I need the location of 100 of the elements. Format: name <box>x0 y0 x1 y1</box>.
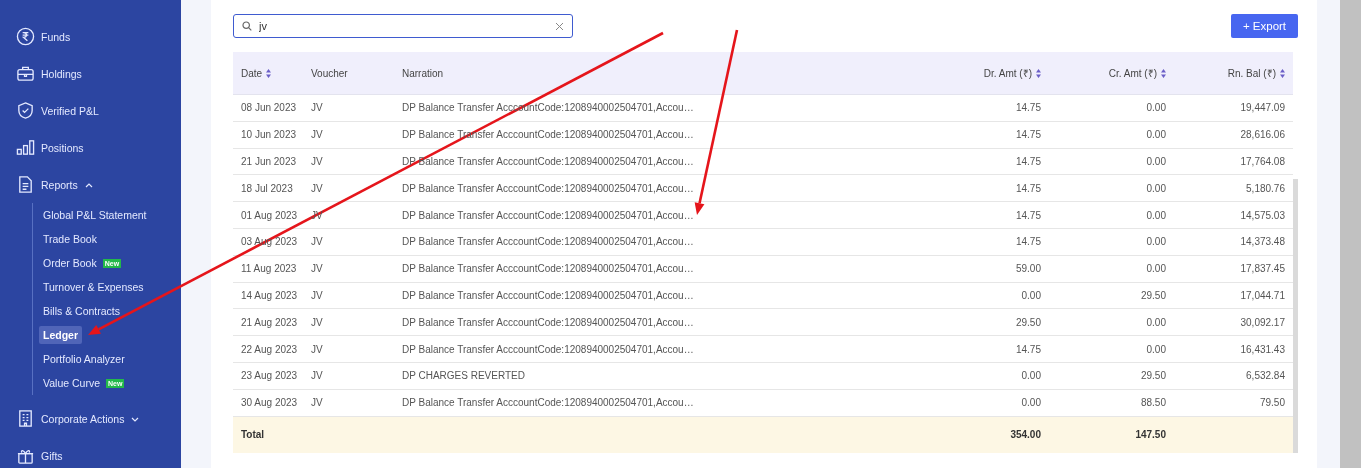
table-cell-text: DP Balance Transfer AcccountCode:1208940002504701,Accou… <box>401 182 695 194</box>
table-cell-text: 0.00 <box>1145 209 1167 221</box>
column-header[interactable]: Dr. Amt (₹) <box>917 66 1041 80</box>
table-cell-text: DP Balance Transfer AcccountCode:1208940002504701,Accou… <box>401 316 695 328</box>
table-cell-text: 08 Jun 2023 <box>240 102 298 114</box>
submenu-item[interactable]: Value Curve <box>39 374 104 392</box>
table-cell-text: 14.75 <box>1014 156 1042 167</box>
coin-icon <box>16 27 35 46</box>
table-cell-text: 0.00 <box>1145 343 1167 355</box>
column-header[interactable]: Date <box>241 67 295 79</box>
table-cell-text: 21 Jun 2023 <box>240 156 298 167</box>
sort-icon <box>1036 68 1041 78</box>
column-header[interactable]: Rn. Bal (₹) <box>1182 66 1285 80</box>
briefcase-icon <box>16 64 35 83</box>
table-cell-text: 14.75 <box>1014 102 1042 114</box>
table-cell-text: 19,447.09 <box>1239 102 1286 114</box>
table-cell-text: 0.00 <box>1020 370 1042 382</box>
search-icon <box>242 21 252 31</box>
table-cell-text: 6,532.84 <box>1245 370 1286 382</box>
table-cell-text: JV <box>310 156 324 167</box>
submenu-item[interactable]: Ledger <box>39 326 82 344</box>
table-cell-text: 14.75 <box>1014 209 1042 221</box>
sidebar-item[interactable]: Reports <box>0 166 181 203</box>
table-cell-text: 0.00 <box>1145 316 1167 328</box>
search-field[interactable]: jv <box>233 14 573 38</box>
table-cell-text: 0.00 <box>1145 263 1167 275</box>
submenu-item[interactable]: Portfolio Analyzer <box>39 350 129 368</box>
submenu-item[interactable]: Trade Book <box>39 230 101 248</box>
table-cell-text: 0.00 <box>1145 129 1167 141</box>
table-cell-text: 14.75 <box>1014 129 1042 141</box>
table-cell-text: DP Balance Transfer AcccountCode:1208940002504701,Accou… <box>401 156 695 167</box>
table-cell-text: 0.00 <box>1145 236 1167 248</box>
submenu-item[interactable]: Order Book <box>39 254 101 272</box>
table-cell-text: DP CHARGES REVERTED <box>401 370 526 382</box>
table-cell-text: 14.75 <box>1014 182 1042 194</box>
table-cell-text: 21 Aug 2023 <box>240 316 299 328</box>
table-cell-text: JV <box>310 316 324 328</box>
table-cell-text: JV <box>310 370 324 382</box>
table-cell-text: 14 Aug 2023 <box>240 289 299 301</box>
export-button[interactable]: + Export <box>1231 14 1298 38</box>
table-cell-text: 29.50 <box>1139 370 1167 382</box>
table-cell-text: 0.00 <box>1020 289 1042 301</box>
sidebar-item[interactable]: Corporate Actions <box>0 400 181 437</box>
table-cell-text: 0.00 <box>1145 102 1167 114</box>
submenu-item[interactable]: Bills & Contracts <box>39 302 125 320</box>
table-cell-text: 14,575.03 <box>1239 209 1286 221</box>
search-input[interactable]: jv <box>259 20 555 32</box>
sidebar-item[interactable]: Positions <box>0 129 181 166</box>
table-cell-text: 30,092.17 <box>1239 316 1286 328</box>
table-cell-text: DP Balance Transfer AcccountCode:1208940002504701,Accou… <box>401 209 695 221</box>
table-cell-text: 0.00 <box>1020 397 1042 409</box>
sidebar-item[interactable]: Gifts <box>0 437 181 468</box>
clear-icon <box>555 21 564 31</box>
table-cell-text: 17,044.71 <box>1239 289 1286 301</box>
table-cell-text: DP Balance Transfer AcccountCode:1208940002504701,Accou… <box>401 236 695 248</box>
table-cell-text: 0.00 <box>1145 156 1167 167</box>
table-cell-text: DP Balance Transfer AcccountCode:1208940002504701,Accou… <box>401 343 695 355</box>
column-header[interactable]: Voucher <box>311 67 386 79</box>
table-cell-text: DP Balance Transfer AcccountCode:1208940002504701,Accou… <box>401 263 695 275</box>
sort-icon <box>1280 68 1285 78</box>
table-cell-text: 79.50 <box>1258 397 1286 409</box>
table-cell-text: 29.50 <box>1139 289 1167 301</box>
total-value: 147.50 <box>1134 429 1167 441</box>
table-cell-text: 23 Aug 2023 <box>240 370 299 382</box>
building-icon <box>16 409 35 428</box>
total-value: 354.00 <box>1009 429 1042 441</box>
table-cell-text: 18 Jul 2023 <box>240 182 294 194</box>
table-cell-text: 5,180.76 <box>1245 182 1286 194</box>
table-cell-text: DP Balance Transfer AcccountCode:1208940002504701,Accou… <box>401 289 695 301</box>
table-cell-text: 14.75 <box>1014 236 1042 248</box>
table-cell-text: 30 Aug 2023 <box>240 397 299 409</box>
table-cell-text: 59.00 <box>1014 263 1042 275</box>
table-cell-text: DP Balance Transfer AcccountCode:1208940002504701,Accou… <box>401 397 695 409</box>
table-cell-text: 10 Jun 2023 <box>240 129 298 141</box>
column-header[interactable]: Cr. Amt (₹) <box>1057 66 1166 80</box>
table-cell-text: JV <box>310 397 324 409</box>
sidebar-item[interactable]: Verified P&L <box>0 92 181 129</box>
table-cell-text: JV <box>310 343 324 355</box>
table-cell-text: JV <box>310 263 324 275</box>
sort-icon <box>266 68 272 78</box>
scrollbar-thumb[interactable] <box>1293 179 1298 453</box>
shield-check-icon <box>16 101 35 120</box>
column-header[interactable]: Narration <box>402 67 901 79</box>
submenu-item[interactable]: Global P&L Statement <box>39 206 151 224</box>
scrollbar[interactable] <box>1340 0 1361 468</box>
table-cell-text: 0.00 <box>1145 182 1167 194</box>
bar-chart-icon <box>16 138 35 157</box>
table-cell-text: 17,764.08 <box>1239 156 1286 167</box>
total-label: Total <box>240 429 266 441</box>
table-cell-text: 29.50 <box>1014 316 1042 328</box>
sidebar-item[interactable]: Holdings <box>0 55 181 92</box>
table-cell-text: 01 Aug 2023 <box>240 209 299 221</box>
table-cell-text: JV <box>310 182 324 194</box>
table-cell-text: 14,373.48 <box>1239 236 1286 248</box>
table-cell-text: JV <box>310 236 324 248</box>
table-cell-text: 16,431.43 <box>1239 343 1286 355</box>
sort-icon <box>1161 68 1166 78</box>
submenu-item[interactable]: Turnover & Expenses <box>39 278 148 296</box>
sidebar-item[interactable]: Funds <box>0 18 181 55</box>
document-icon <box>16 175 35 194</box>
